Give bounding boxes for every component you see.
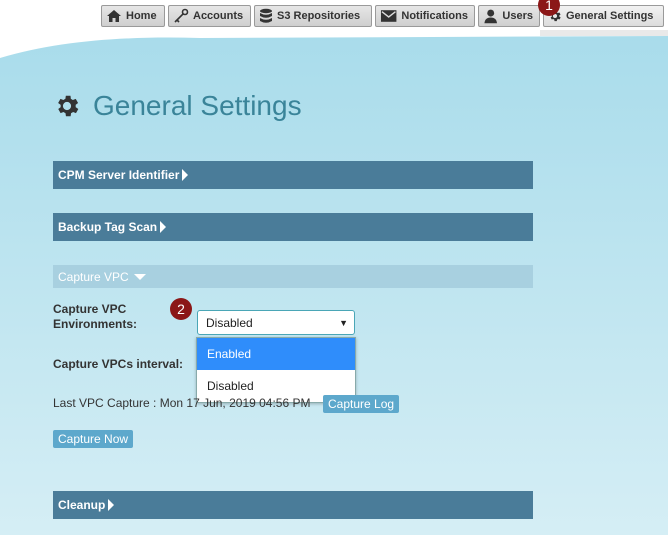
database-icon <box>260 8 272 23</box>
section-cleanup[interactable]: Cleanup <box>53 491 533 519</box>
page-title-text: General Settings <box>93 90 302 121</box>
tab-label: S3 Repositories <box>277 10 361 22</box>
capture-vpc-environments-dropdown: Enabled Disabled <box>196 337 356 403</box>
tab-general-settings[interactable]: General Settings <box>543 5 664 27</box>
chevron-down-icon <box>133 273 146 280</box>
capture-now-button[interactable]: Capture Now <box>53 430 134 448</box>
capture-log-button[interactable]: Capture Log <box>323 395 400 413</box>
key-icon <box>174 8 189 23</box>
tab-notifications[interactable]: Notifications <box>375 5 475 27</box>
tab-accounts[interactable]: Accounts <box>168 5 251 27</box>
section-backup-tag-scan[interactable]: Backup Tag Scan <box>53 213 533 241</box>
select-value: Disabled <box>206 315 253 330</box>
section-label: CPM Server Identifier <box>58 168 180 182</box>
tab-home[interactable]: Home <box>101 5 165 27</box>
user-icon <box>484 9 497 24</box>
section-label: Capture VPC <box>58 269 129 284</box>
envelope-icon <box>380 10 397 22</box>
tab-label: Accounts <box>193 10 244 22</box>
tab-users[interactable]: Users <box>478 5 540 27</box>
dropdown-arrow-icon: ▼ <box>339 317 348 328</box>
tab-label: Users <box>502 10 533 22</box>
section-label: Backup Tag Scan <box>58 220 158 234</box>
section-cpm-server-identifier[interactable]: CPM Server Identifier <box>53 161 533 189</box>
last-vpc-capture-text: Last VPC Capture : Mon 17 Jun, 2019 04:5… <box>53 396 311 410</box>
chevron-right-icon <box>108 499 115 511</box>
capture-vpc-environments-label: Capture VPC Environments: <box>53 302 138 331</box>
step-badge-2: 2 <box>170 298 192 320</box>
tab-s3-repositories[interactable]: S3 Repositories <box>254 5 372 27</box>
gear-icon <box>58 95 79 117</box>
capture-vpcs-interval-label: Capture VPCs interval: <box>53 357 184 371</box>
section-label: Cleanup <box>58 498 106 512</box>
tab-label: General Settings <box>566 10 654 22</box>
tab-label: Home <box>126 10 157 22</box>
home-icon <box>107 10 121 22</box>
chevron-right-icon <box>160 221 167 233</box>
chevron-right-icon <box>182 169 189 181</box>
section-capture-vpc[interactable]: Capture VPC <box>53 265 533 288</box>
page-title: General Settings <box>53 90 302 122</box>
tab-label: Notifications <box>401 10 468 22</box>
option-enabled[interactable]: Enabled <box>197 338 355 370</box>
capture-vpc-environments-select[interactable]: Disabled ▼ <box>197 310 355 335</box>
